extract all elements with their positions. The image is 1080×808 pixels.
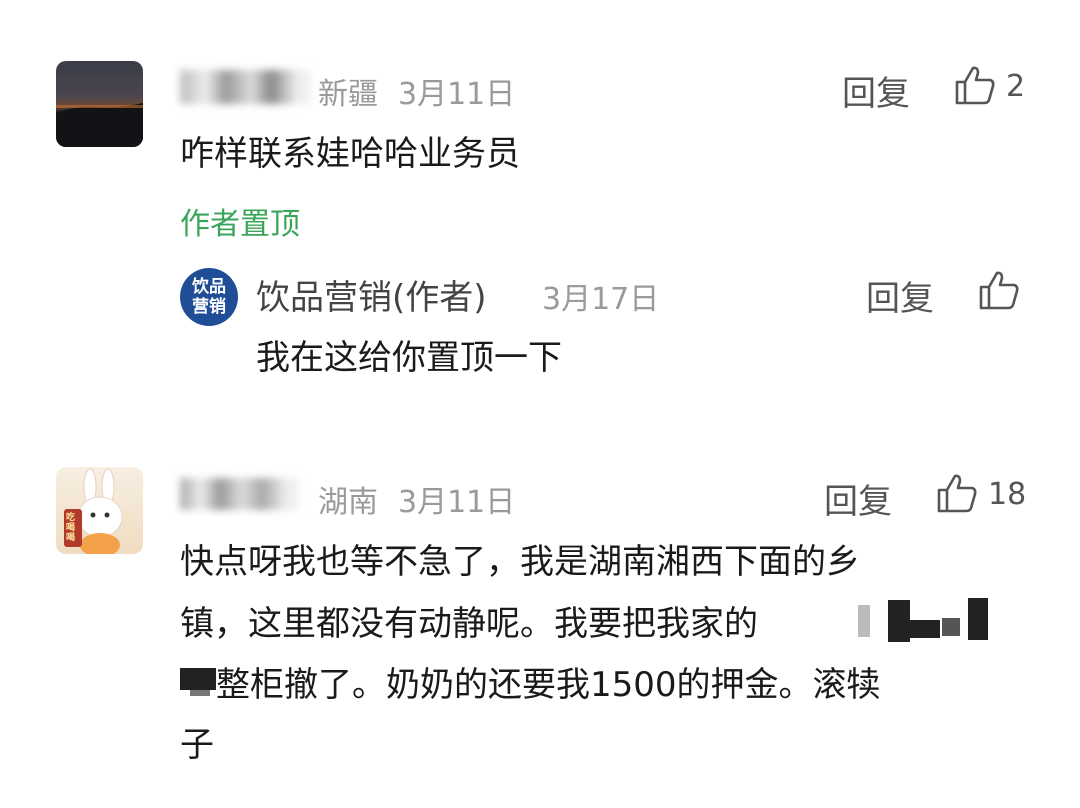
thumbs-up-icon bbox=[937, 474, 977, 513]
avatar-text: 饮品 bbox=[192, 277, 226, 297]
username-redacted bbox=[180, 478, 298, 510]
reply-text: 我在这给你置顶一下 bbox=[256, 338, 562, 378]
like-count: 2 bbox=[1006, 69, 1026, 104]
comment-text-line: 快点呀我也等不急了，我是湖南湘西下面的乡 bbox=[180, 542, 860, 582]
reply-button[interactable]: 回复 bbox=[842, 66, 910, 115]
landscape-icon bbox=[56, 103, 143, 147]
username-redacted bbox=[180, 70, 310, 104]
avatar[interactable] bbox=[56, 61, 143, 147]
reply-date: 3月17日 bbox=[542, 282, 660, 317]
like-button[interactable] bbox=[978, 269, 1024, 315]
comment-date: 3月11日 bbox=[398, 77, 516, 112]
author-name[interactable]: 饮品营销(作者) bbox=[256, 270, 487, 319]
like-count: 18 bbox=[988, 477, 1027, 512]
thumbs-up-icon bbox=[979, 271, 1019, 310]
comment-date: 3月11日 bbox=[398, 485, 516, 520]
comment-text: 咋样联系娃哈哈业务员 bbox=[180, 134, 520, 174]
reply-button[interactable]: 回复 bbox=[824, 474, 892, 523]
comment-text-line: 子 bbox=[180, 725, 214, 765]
author-avatar[interactable]: 饮品 营销 bbox=[180, 268, 238, 326]
thumbs-up-icon bbox=[955, 66, 995, 105]
reply-button[interactable]: 回复 bbox=[866, 271, 934, 320]
like-button[interactable]: 18 bbox=[936, 472, 1034, 518]
comment-text-line: 整柜撤了。奶奶的还要我1500的押金。滚犊 bbox=[216, 665, 881, 705]
location: 新疆 bbox=[318, 77, 378, 112]
avatar[interactable]: 吃喝喝 bbox=[56, 467, 143, 554]
pinned-label: 作者置顶 bbox=[180, 207, 300, 242]
avatar-badge-text: 吃喝喝 bbox=[66, 513, 76, 543]
avatar-text: 营销 bbox=[192, 297, 226, 317]
location: 湖南 bbox=[318, 485, 378, 520]
like-button[interactable]: 2 bbox=[954, 64, 1034, 110]
comment-text-line: 镇，这里都没有动静呢。我要把我家的 bbox=[180, 604, 758, 644]
